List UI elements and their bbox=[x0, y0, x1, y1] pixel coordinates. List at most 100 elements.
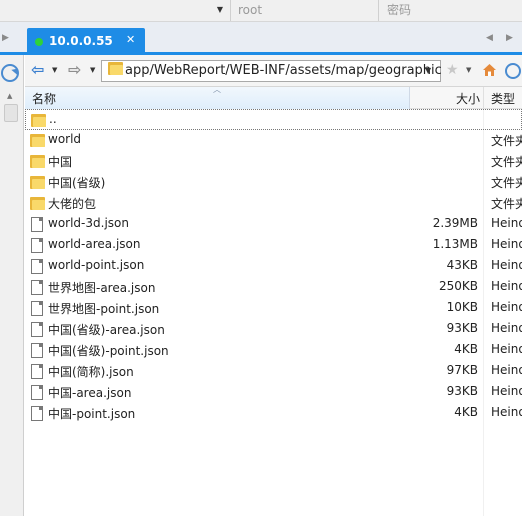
column-header: ︿ 名称 大小 类型 bbox=[25, 85, 522, 109]
file-row[interactable]: world-point.json 43KB Heinote bbox=[25, 256, 522, 277]
file-name: 中国(省级)-area.json bbox=[48, 323, 165, 337]
forward-arrow-icon[interactable]: ⇨ bbox=[68, 62, 86, 78]
file-type: Heinote bbox=[491, 405, 522, 419]
column-name-label: 名称 bbox=[32, 92, 57, 106]
file-type: 文件夹 bbox=[491, 176, 522, 190]
file-name: .. bbox=[49, 112, 57, 126]
file-row[interactable]: 中国(省级)-area.json 93KB Heinote bbox=[25, 319, 522, 340]
file-size: 4KB bbox=[454, 405, 478, 419]
path-dropdown-icon[interactable]: ▼ bbox=[425, 65, 435, 77]
file-icon bbox=[30, 238, 45, 253]
back-dropdown-icon[interactable]: ▼ bbox=[52, 63, 60, 77]
file-size: 4KB bbox=[454, 342, 478, 356]
file-icon bbox=[30, 217, 45, 232]
file-type: 文件夹 bbox=[491, 197, 522, 211]
column-size-header[interactable]: 大小 bbox=[410, 87, 484, 109]
file-name: 中国-area.json bbox=[48, 386, 132, 400]
file-type: Heinote bbox=[491, 363, 522, 377]
file-icon bbox=[30, 406, 45, 421]
file-row[interactable]: 世界地图-point.json 10KB Heinote bbox=[25, 298, 522, 319]
refresh-icon[interactable] bbox=[505, 63, 521, 79]
left-refresh-icon[interactable] bbox=[1, 64, 19, 82]
file-name: 中国 bbox=[48, 155, 73, 169]
file-name: world-3d.json bbox=[48, 216, 129, 230]
column-type-header[interactable]: 类型 bbox=[484, 87, 522, 109]
file-icon bbox=[30, 385, 45, 400]
scroll-up-icon[interactable]: ▲ bbox=[7, 91, 17, 101]
file-type: Heinote bbox=[491, 321, 522, 335]
file-name: 中国-point.json bbox=[48, 407, 136, 421]
file-row[interactable]: 中国(省级)-point.json 4KB Heinote bbox=[25, 340, 522, 361]
file-icon bbox=[30, 343, 45, 358]
folder-icon bbox=[30, 154, 45, 169]
column-size-label: 大小 bbox=[455, 92, 480, 106]
file-list: ︿ 名称 大小 类型 .. world 文件夹 中国 文件夹 中国(省级) 文件夹 大佬的包文… bbox=[25, 85, 522, 516]
username-field[interactable]: root bbox=[230, 0, 378, 21]
tab-session[interactable]: 10.0.0.55 ✕ bbox=[27, 28, 145, 55]
file-size: 93KB bbox=[446, 384, 478, 398]
file-row[interactable]: 世界地图-area.json 250KB Heinote bbox=[25, 277, 522, 298]
folder-icon bbox=[30, 133, 45, 148]
file-icon bbox=[30, 301, 45, 316]
file-row[interactable]: world-area.json 1.13MB Heinote bbox=[25, 235, 522, 256]
file-type: Heinote bbox=[491, 237, 522, 251]
tab-scroll-left-icon[interactable]: ▶ bbox=[2, 32, 12, 44]
home-icon[interactable] bbox=[482, 63, 497, 77]
file-icon bbox=[30, 259, 45, 274]
file-row[interactable]: world-3d.json 2.39MB Heinote bbox=[25, 214, 522, 235]
path-text: app/WebReport/WEB-INF/assets/map/geograp… bbox=[125, 63, 442, 78]
file-size: 2.39MB bbox=[432, 216, 478, 230]
file-type: 文件夹 bbox=[491, 134, 522, 148]
folder-icon bbox=[31, 113, 46, 128]
forward-dropdown-icon[interactable]: ▼ bbox=[90, 63, 98, 77]
tab-next-icon[interactable]: ▶ bbox=[506, 32, 518, 44]
password-field[interactable]: 密码 bbox=[378, 0, 522, 21]
file-row[interactable]: 中国-point.json 4KB Heinote bbox=[25, 403, 522, 424]
file-type: Heinote bbox=[491, 279, 522, 293]
file-name: world-point.json bbox=[48, 258, 145, 272]
bookmark-star-icon[interactable]: ★ bbox=[446, 62, 462, 78]
folder-row[interactable]: world 文件夹 bbox=[25, 130, 522, 151]
file-name: world bbox=[48, 132, 82, 146]
folder-row[interactable]: 中国(省级) 文件夹 bbox=[25, 172, 522, 193]
path-input[interactable]: app/WebReport/WEB-INF/assets/map/geograp… bbox=[101, 60, 442, 82]
sort-ascending-icon: ︿ bbox=[213, 85, 221, 94]
file-icon bbox=[30, 322, 45, 337]
scrollbar-thumb[interactable] bbox=[4, 104, 18, 122]
column-name-header[interactable]: ︿ 名称 bbox=[25, 85, 410, 109]
file-type: Heinote bbox=[491, 384, 522, 398]
file-size: 1.13MB bbox=[432, 237, 478, 251]
connected-status-icon bbox=[35, 38, 43, 46]
file-icon bbox=[30, 364, 45, 379]
file-size: 97KB bbox=[446, 363, 478, 377]
file-type: 文件夹 bbox=[491, 155, 522, 169]
back-arrow-icon[interactable]: ⇦ bbox=[31, 62, 49, 78]
host-dropdown-arrow-icon[interactable]: ▼ bbox=[214, 4, 226, 16]
file-name: 世界地图-point.json bbox=[48, 302, 160, 316]
file-type: Heinote bbox=[491, 300, 522, 314]
file-size: 93KB bbox=[446, 321, 478, 335]
left-panel: ▲ bbox=[0, 55, 24, 516]
file-size: 250KB bbox=[438, 279, 478, 293]
session-tab-strip: ▶ 10.0.0.55 ✕ ◀ ▶ bbox=[0, 22, 522, 55]
tab-prev-icon[interactable]: ◀ bbox=[486, 32, 498, 44]
folder-icon bbox=[30, 196, 45, 211]
file-row[interactable]: 中国(简称).json 97KB Heinote bbox=[25, 361, 522, 382]
file-type: Heinote bbox=[491, 216, 522, 230]
file-size: 43KB bbox=[446, 258, 478, 272]
folder-icon bbox=[30, 175, 45, 190]
file-name: 大佬的包 bbox=[48, 197, 97, 211]
tab-close-icon[interactable]: ✕ bbox=[126, 33, 138, 47]
connection-bar: ▼ root 密码 bbox=[0, 0, 522, 22]
file-icon bbox=[30, 280, 45, 295]
folder-row[interactable]: 中国 文件夹 bbox=[25, 151, 522, 172]
file-name: 世界地图-area.json bbox=[48, 281, 156, 295]
folder-row[interactable]: .. bbox=[25, 109, 522, 130]
bookmark-dropdown-icon[interactable]: ▼ bbox=[466, 64, 474, 76]
tab-session-label: 10.0.0.55 bbox=[49, 34, 113, 48]
folder-row[interactable]: 大佬的包 文件夹 bbox=[25, 193, 522, 214]
file-size: 10KB bbox=[446, 300, 478, 314]
file-rows: .. world 文件夹 中国 文件夹 中国(省级) 文件夹 大佬的包 文件夹 world-3d.… bbox=[25, 109, 522, 424]
file-row[interactable]: 中国-area.json 93KB Heinote bbox=[25, 382, 522, 403]
file-name: world-area.json bbox=[48, 237, 141, 251]
